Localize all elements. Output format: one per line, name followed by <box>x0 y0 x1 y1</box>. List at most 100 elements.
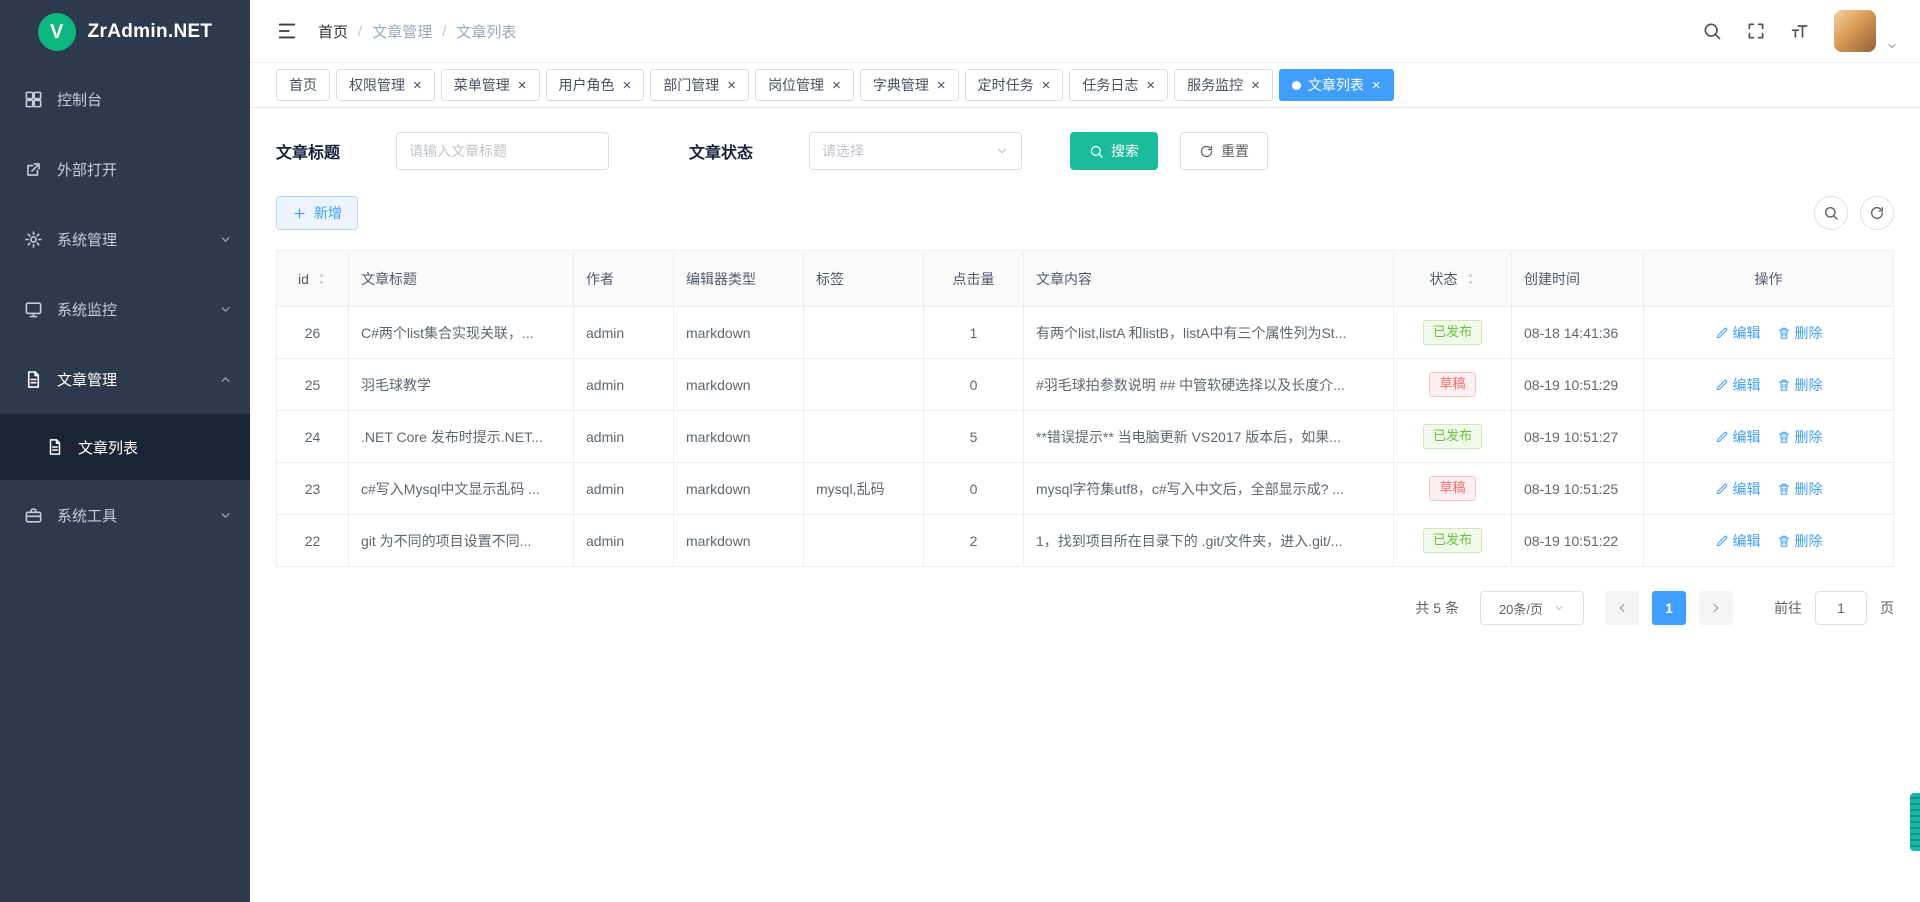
row-actions: 编辑删除 <box>1715 531 1823 551</box>
scrollbar-thumb[interactable] <box>1910 793 1920 851</box>
cell-created: 08-19 10:51:22 <box>1512 515 1644 567</box>
column-header-hits: 点击量 <box>924 251 1024 307</box>
tab-close-icon[interactable]: × <box>727 78 736 93</box>
app-title: ZrAdmin.NET <box>88 21 213 43</box>
table-row: 22git 为不同的项目设置不同...adminmarkdown21，找到项目所… <box>277 515 1894 567</box>
tab-job-log[interactable]: 任务日志× <box>1069 69 1168 101</box>
search-button[interactable]: 搜索 <box>1070 132 1158 170</box>
font-size-icon[interactable] <box>1790 21 1810 41</box>
tab-home[interactable]: 首页 <box>276 69 330 101</box>
tab-user-role[interactable]: 用户角色 × <box>546 69 645 101</box>
search-icon[interactable] <box>1702 21 1722 41</box>
cell-hits: 2 <box>924 515 1024 567</box>
search-button-label: 搜索 <box>1111 141 1139 161</box>
chevron-left-icon <box>1615 601 1629 615</box>
sidebar-item-dashboard[interactable]: 控制台 <box>0 64 250 134</box>
column-header-status[interactable]: 状态 <box>1394 251 1512 307</box>
refresh-table-button[interactable] <box>1860 196 1894 230</box>
sidebar-item-tools[interactable]: 系统工具 <box>0 480 250 550</box>
status-filter-label: 文章状态 <box>689 139 753 163</box>
tab-close-icon[interactable]: × <box>518 78 527 93</box>
edit-button[interactable]: 编辑 <box>1715 531 1761 551</box>
delete-button[interactable]: 删除 <box>1777 375 1823 395</box>
cell-tags: mysql,乱码 <box>804 463 924 515</box>
edit-button[interactable]: 编辑 <box>1715 479 1761 499</box>
tab-label: 用户角色 <box>559 75 615 95</box>
tab-server[interactable]: 服务监控× <box>1174 69 1273 101</box>
cell-tags <box>804 307 924 359</box>
tab-close-icon[interactable]: × <box>413 78 422 93</box>
tab-close-icon[interactable]: × <box>1372 78 1381 93</box>
user-avatar[interactable] <box>1834 10 1876 52</box>
column-header-actions: 操作 <box>1644 251 1894 307</box>
cell-author: admin <box>574 359 674 411</box>
edit-button[interactable]: 编辑 <box>1715 375 1761 395</box>
tab-close-icon[interactable]: × <box>1042 78 1051 93</box>
toggle-search-button[interactable] <box>1814 196 1848 230</box>
cell-created: 08-19 10:51:25 <box>1512 463 1644 515</box>
sidebar-item-article-list[interactable]: 文章列表 <box>0 414 250 480</box>
cell-actions: 编辑删除 <box>1644 411 1894 463</box>
row-actions: 编辑删除 <box>1715 375 1823 395</box>
delete-button[interactable]: 删除 <box>1777 427 1823 447</box>
tab-close-icon[interactable]: × <box>1251 78 1260 93</box>
tab-menu[interactable]: 菜单管理× <box>441 69 540 101</box>
caret-down-icon[interactable] <box>1886 40 1898 52</box>
sort-icons[interactable] <box>316 271 327 287</box>
delete-button[interactable]: 删除 <box>1777 531 1823 551</box>
tab-close-icon[interactable]: × <box>1146 78 1155 93</box>
tab-label: 定时任务 <box>978 75 1034 95</box>
edit-button[interactable]: 编辑 <box>1715 427 1761 447</box>
edit-button[interactable]: 编辑 <box>1715 323 1761 343</box>
tab-job[interactable]: 定时任务 × <box>965 69 1064 101</box>
page-size-select[interactable]: 20条/页 <box>1480 591 1584 625</box>
reset-button[interactable]: 重置 <box>1180 132 1268 170</box>
title-filter-input[interactable] <box>396 132 609 170</box>
tab-close-icon[interactable]: × <box>623 78 632 93</box>
search-icon <box>1823 205 1839 221</box>
sidebar-item-external[interactable]: 外部打开 <box>0 134 250 204</box>
edit-icon <box>1715 378 1729 392</box>
column-header-author: 作者 <box>574 251 674 307</box>
prev-page-button[interactable] <box>1605 591 1639 625</box>
delete-button[interactable]: 删除 <box>1777 323 1823 343</box>
table-header-row: id文章标题作者编辑器类型标签点击量文章内容状态创建时间操作 <box>277 251 1894 307</box>
breadcrumb-article-manage[interactable]: 文章管理 <box>372 21 432 42</box>
next-page-button[interactable] <box>1699 591 1733 625</box>
tab-perm[interactable]: 权限管理× <box>336 69 435 101</box>
breadcrumb-article-list: 文章列表 <box>456 21 516 42</box>
fullscreen-icon[interactable] <box>1746 21 1766 41</box>
chevron-up-icon <box>219 373 232 386</box>
cell-content: **错误提示** 当电脑更新 VS2017 版本后，如果... <box>1024 411 1394 463</box>
search-icon <box>1089 144 1104 159</box>
tab-dict[interactable]: 字典管理× <box>860 69 959 101</box>
goto-page-input[interactable] <box>1815 591 1867 625</box>
cell-author: admin <box>574 307 674 359</box>
cell-editor: markdown <box>674 463 804 515</box>
add-button-label: 新增 <box>314 203 342 223</box>
page-number-1[interactable]: 1 <box>1652 591 1686 625</box>
tab-close-icon[interactable]: × <box>832 78 841 93</box>
sidebar-item-article[interactable]: 文章管理 <box>0 344 250 414</box>
column-label: 点击量 <box>953 269 995 289</box>
edit-label: 编辑 <box>1733 427 1761 447</box>
delete-button[interactable]: 删除 <box>1777 479 1823 499</box>
breadcrumb-home[interactable]: 首页 <box>318 21 348 42</box>
column-header-id[interactable]: id <box>277 251 349 307</box>
sort-icons[interactable] <box>1465 271 1476 287</box>
tab-article-list[interactable]: 文章列表× <box>1279 69 1394 101</box>
tab-close-icon[interactable]: × <box>937 78 946 93</box>
status-filter-select[interactable]: 请选择 <box>809 132 1022 170</box>
external-icon <box>24 160 43 179</box>
sidebar-item-monitor[interactable]: 系统监控 <box>0 274 250 344</box>
tab-post[interactable]: 岗位管理× <box>755 69 854 101</box>
edit-label: 编辑 <box>1733 323 1761 343</box>
cell-created: 08-19 10:51:29 <box>1512 359 1644 411</box>
cell-title: git 为不同的项目设置不同... <box>349 515 574 567</box>
tab-dept[interactable]: 部门管理× <box>650 69 749 101</box>
app-logo[interactable]: V ZrAdmin.NET <box>0 0 250 64</box>
sidebar-item-system[interactable]: 系统管理 <box>0 204 250 274</box>
add-button[interactable]: 新增 <box>276 196 358 230</box>
menu-fold-icon[interactable] <box>276 20 298 42</box>
cell-tags <box>804 411 924 463</box>
